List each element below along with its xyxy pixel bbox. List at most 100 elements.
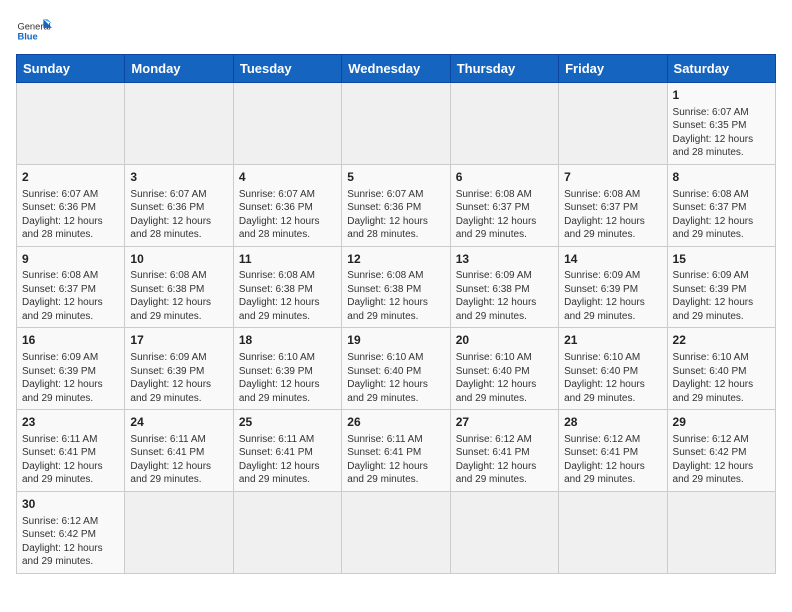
- day-header-thursday: Thursday: [450, 55, 558, 83]
- day-header-tuesday: Tuesday: [233, 55, 341, 83]
- day-number: 29: [673, 414, 770, 431]
- day-info: Sunrise: 6:08 AM Sunset: 6:37 PM Dayligh…: [22, 269, 119, 323]
- logo: General Blue: [16, 16, 52, 44]
- day-info: Sunrise: 6:12 AM Sunset: 6:41 PM Dayligh…: [456, 433, 553, 487]
- day-number: 8: [673, 169, 770, 186]
- calendar-cell: 27Sunrise: 6:12 AM Sunset: 6:41 PM Dayli…: [450, 410, 558, 492]
- generalblue-logo-icon: General Blue: [16, 16, 52, 44]
- calendar-week-1: 2 Sunrise: 6:07 AM Sunset: 6:36 PM Daylig…: [17, 164, 776, 246]
- day-number: 3: [130, 169, 227, 186]
- calendar-week-3: 16 Sunrise: 6:09 AM Sunset: 6:39 PM Dayli…: [17, 328, 776, 410]
- calendar-cell: 22 Sunrise: 6:10 AM Sunset: 6:40 PM Dayli…: [667, 328, 775, 410]
- day-number: 1: [673, 87, 770, 104]
- day-info: Sunrise: 6:09 AM Sunset: 6:39 PM Dayligh…: [130, 351, 227, 405]
- calendar-cell: [125, 83, 233, 165]
- calendar-cell: 9Sunrise: 6:08 AM Sunset: 6:37 PM Daylig…: [17, 246, 125, 328]
- day-number: 25: [239, 414, 336, 431]
- calendar-cell: 14Sunrise: 6:09 AM Sunset: 6:39 PM Dayli…: [559, 246, 667, 328]
- calendar-cell: [667, 491, 775, 573]
- calendar-cell: 16 Sunrise: 6:09 AM Sunset: 6:39 PM Dayli…: [17, 328, 125, 410]
- day-info: Sunrise: 6:09 AM Sunset: 6:39 PM Dayligh…: [22, 351, 119, 405]
- day-number: 28: [564, 414, 661, 431]
- day-info: Sunrise: 6:10 AM Sunset: 6:40 PM Dayligh…: [456, 351, 553, 405]
- day-info: Sunrise: 6:07 AM Sunset: 6:36 PM Dayligh…: [239, 188, 336, 242]
- calendar-table: SundayMondayTuesdayWednesdayThursdayFrid…: [16, 54, 776, 574]
- day-number: 20: [456, 332, 553, 349]
- day-info: Sunrise: 6:07 AM Sunset: 6:36 PM Dayligh…: [22, 188, 119, 242]
- day-number: 2: [22, 169, 119, 186]
- day-info: Sunrise: 6:09 AM Sunset: 6:39 PM Dayligh…: [564, 269, 661, 323]
- day-number: 10: [130, 251, 227, 268]
- day-info: Sunrise: 6:08 AM Sunset: 6:38 PM Dayligh…: [239, 269, 336, 323]
- day-number: 6: [456, 169, 553, 186]
- day-number: 7: [564, 169, 661, 186]
- calendar-body: 1 Sunrise: 6:07 AM Sunset: 6:35 PM Daylig…: [17, 83, 776, 574]
- calendar-cell: [17, 83, 125, 165]
- calendar-cell: 17 Sunrise: 6:09 AM Sunset: 6:39 PM Dayli…: [125, 328, 233, 410]
- day-number: 16: [22, 332, 119, 349]
- calendar-cell: 12Sunrise: 6:08 AM Sunset: 6:38 PM Dayli…: [342, 246, 450, 328]
- calendar-cell: 19 Sunrise: 6:10 AM Sunset: 6:40 PM Dayli…: [342, 328, 450, 410]
- day-info: Sunrise: 6:07 AM Sunset: 6:35 PM Dayligh…: [673, 106, 770, 160]
- day-header-sunday: Sunday: [17, 55, 125, 83]
- calendar-cell: 18 Sunrise: 6:10 AM Sunset: 6:39 PM Dayli…: [233, 328, 341, 410]
- day-info: Sunrise: 6:11 AM Sunset: 6:41 PM Dayligh…: [239, 433, 336, 487]
- calendar-cell: 20 Sunrise: 6:10 AM Sunset: 6:40 PM Dayli…: [450, 328, 558, 410]
- day-header-friday: Friday: [559, 55, 667, 83]
- day-info: Sunrise: 6:12 AM Sunset: 6:41 PM Dayligh…: [564, 433, 661, 487]
- calendar-cell: 26Sunrise: 6:11 AM Sunset: 6:41 PM Dayli…: [342, 410, 450, 492]
- day-info: Sunrise: 6:10 AM Sunset: 6:40 PM Dayligh…: [347, 351, 444, 405]
- calendar-cell: 30 Sunrise: 6:12 AM Sunset: 6:42 PM Dayli…: [17, 491, 125, 573]
- calendar-cell: 21Sunrise: 6:10 AM Sunset: 6:40 PM Dayli…: [559, 328, 667, 410]
- calendar-header: SundayMondayTuesdayWednesdayThursdayFrid…: [17, 55, 776, 83]
- day-number: 12: [347, 251, 444, 268]
- day-info: Sunrise: 6:10 AM Sunset: 6:40 PM Dayligh…: [673, 351, 770, 405]
- day-number: 4: [239, 169, 336, 186]
- day-header-saturday: Saturday: [667, 55, 775, 83]
- day-info: Sunrise: 6:09 AM Sunset: 6:38 PM Dayligh…: [456, 269, 553, 323]
- calendar-cell: [559, 83, 667, 165]
- day-info: Sunrise: 6:10 AM Sunset: 6:39 PM Dayligh…: [239, 351, 336, 405]
- calendar-cell: 24 Sunrise: 6:11 AM Sunset: 6:41 PM Dayli…: [125, 410, 233, 492]
- calendar-cell: 28 Sunrise: 6:12 AM Sunset: 6:41 PM Dayli…: [559, 410, 667, 492]
- day-info: Sunrise: 6:07 AM Sunset: 6:36 PM Dayligh…: [347, 188, 444, 242]
- calendar-week-4: 23 Sunrise: 6:11 AM Sunset: 6:41 PM Dayli…: [17, 410, 776, 492]
- day-number: 9: [22, 251, 119, 268]
- day-info: Sunrise: 6:08 AM Sunset: 6:37 PM Dayligh…: [673, 188, 770, 242]
- day-number: 19: [347, 332, 444, 349]
- calendar-cell: [559, 491, 667, 573]
- day-number: 11: [239, 251, 336, 268]
- day-info: Sunrise: 6:08 AM Sunset: 6:38 PM Dayligh…: [130, 269, 227, 323]
- calendar-cell: 4 Sunrise: 6:07 AM Sunset: 6:36 PM Daylig…: [233, 164, 341, 246]
- day-header-wednesday: Wednesday: [342, 55, 450, 83]
- days-header-row: SundayMondayTuesdayWednesdayThursdayFrid…: [17, 55, 776, 83]
- day-info: Sunrise: 6:12 AM Sunset: 6:42 PM Dayligh…: [22, 515, 119, 569]
- header: General Blue: [16, 16, 776, 44]
- day-number: 18: [239, 332, 336, 349]
- day-info: Sunrise: 6:09 AM Sunset: 6:39 PM Dayligh…: [673, 269, 770, 323]
- day-number: 30: [22, 496, 119, 513]
- day-number: 22: [673, 332, 770, 349]
- day-header-monday: Monday: [125, 55, 233, 83]
- day-number: 17: [130, 332, 227, 349]
- day-number: 14: [564, 251, 661, 268]
- calendar-cell: 3Sunrise: 6:07 AM Sunset: 6:36 PM Daylig…: [125, 164, 233, 246]
- day-number: 23: [22, 414, 119, 431]
- calendar-cell: [125, 491, 233, 573]
- day-info: Sunrise: 6:08 AM Sunset: 6:38 PM Dayligh…: [347, 269, 444, 323]
- day-number: 24: [130, 414, 227, 431]
- calendar-cell: 5 Sunrise: 6:07 AM Sunset: 6:36 PM Daylig…: [342, 164, 450, 246]
- day-info: Sunrise: 6:08 AM Sunset: 6:37 PM Dayligh…: [456, 188, 553, 242]
- calendar-week-5: 30 Sunrise: 6:12 AM Sunset: 6:42 PM Dayli…: [17, 491, 776, 573]
- calendar-cell: [233, 491, 341, 573]
- calendar-cell: [450, 83, 558, 165]
- calendar-cell: 2 Sunrise: 6:07 AM Sunset: 6:36 PM Daylig…: [17, 164, 125, 246]
- day-number: 5: [347, 169, 444, 186]
- calendar-cell: [233, 83, 341, 165]
- day-number: 15: [673, 251, 770, 268]
- day-info: Sunrise: 6:11 AM Sunset: 6:41 PM Dayligh…: [130, 433, 227, 487]
- calendar-cell: [342, 491, 450, 573]
- day-number: 26: [347, 414, 444, 431]
- day-number: 21: [564, 332, 661, 349]
- calendar-cell: 13Sunrise: 6:09 AM Sunset: 6:38 PM Dayli…: [450, 246, 558, 328]
